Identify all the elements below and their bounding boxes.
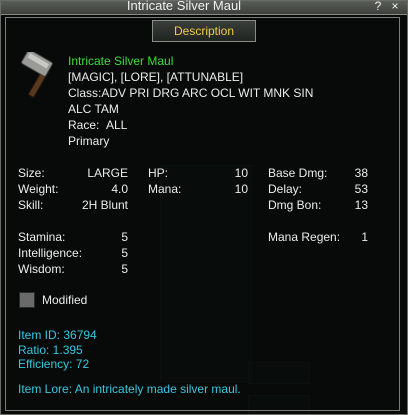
stat-intelligence-value: 5 bbox=[121, 246, 128, 260]
stat-delay-value: 53 bbox=[354, 182, 368, 196]
item-lore: Item Lore: An intricately made silver ma… bbox=[18, 382, 241, 396]
stat-mana-regen-value: 1 bbox=[361, 230, 368, 244]
item-race-value: ALL bbox=[106, 118, 128, 132]
close-button[interactable]: × bbox=[388, 0, 402, 13]
stat-mana-label: Mana: bbox=[148, 182, 182, 196]
item-name: Intricate Silver Maul bbox=[68, 54, 174, 68]
stat-weight-value: 4.0 bbox=[111, 182, 128, 196]
stat-stamina-label: Stamina: bbox=[18, 230, 66, 244]
stat-base-dmg-label: Base Dmg: bbox=[268, 166, 328, 180]
item-efficiency: Efficiency: 72 bbox=[18, 357, 90, 371]
stat-skill-value: 2H Blunt bbox=[81, 198, 128, 212]
item-slot: Primary bbox=[68, 134, 110, 148]
modified-label: Modified bbox=[42, 293, 88, 307]
stat-stamina-value: 5 bbox=[121, 230, 128, 244]
stat-wisdom-value: 5 bbox=[121, 262, 128, 276]
stat-dmg-bon-value: 13 bbox=[354, 198, 368, 212]
stat-delay-label: Delay: bbox=[268, 182, 303, 196]
tab-description[interactable]: Description bbox=[152, 20, 256, 42]
help-button[interactable]: ? bbox=[371, 0, 385, 13]
modified-checkbox[interactable] bbox=[19, 292, 35, 308]
item-ratio: Ratio: 1.395 bbox=[18, 343, 83, 357]
stat-hp-label: HP: bbox=[148, 166, 169, 180]
item-classes: Class:ADV PRI DRG ARC OCL WIT MNK SIN bbox=[68, 86, 314, 100]
stat-weight-label: Weight: bbox=[18, 182, 59, 196]
stat-dmg-bon-label: Dmg Bon: bbox=[268, 198, 322, 212]
stat-skill-label: Skill: bbox=[18, 198, 44, 212]
item-flags: [MAGIC], [LORE], [ATTUNABLE] bbox=[68, 70, 244, 84]
stat-mana-value: 10 bbox=[234, 182, 248, 196]
item-id: Item ID: 36794 bbox=[18, 328, 97, 342]
stat-hp-value: 10 bbox=[234, 166, 248, 180]
item-race-label: Race: bbox=[68, 118, 100, 132]
item-classes-continued: ALC TAM bbox=[68, 102, 119, 116]
stat-size-value: LARGE bbox=[87, 166, 128, 180]
window-title: Intricate Silver Maul bbox=[126, 0, 242, 13]
stat-intelligence-label: Intelligence: bbox=[18, 246, 83, 260]
window-titlebar[interactable]: Intricate Silver Maul ? × bbox=[1, 0, 407, 15]
maul-icon bbox=[19, 49, 61, 100]
stat-base-dmg-value: 38 bbox=[354, 166, 368, 180]
stat-size-label: Size: bbox=[18, 166, 45, 180]
stat-wisdom-label: Wisdom: bbox=[18, 262, 65, 276]
